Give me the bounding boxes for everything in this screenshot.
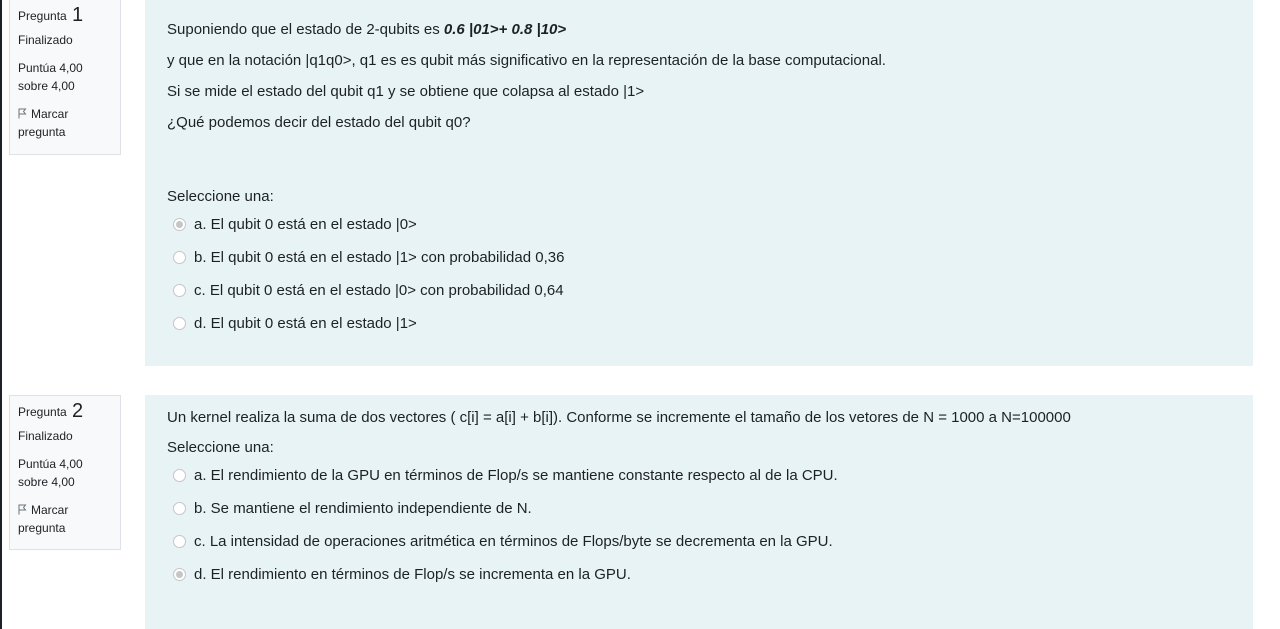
answer-option-label: d. El qubit 0 está en el estado |1> — [194, 314, 417, 332]
radio-button[interactable] — [173, 251, 186, 264]
flag-label-line-2: pregunta — [18, 521, 66, 535]
radio-button[interactable] — [173, 568, 186, 581]
question-text: Suponiendo que el estado de 2-qubits es … — [167, 0, 1231, 138]
grade-line-1: Puntúa 4,00 — [18, 457, 83, 471]
question-text-line-1: Suponiendo que el estado de 2-qubits es … — [167, 14, 1231, 45]
question-label: Pregunta — [18, 9, 67, 23]
answer-option-label: d. El rendimiento en términos de Flop/s … — [194, 565, 631, 583]
question-grade: Puntúa 4,00 sobre 4,00 — [18, 59, 112, 95]
question-content: Un kernel realiza la suma de dos vectore… — [145, 395, 1253, 629]
answer-option-d[interactable]: d. El qubit 0 está en el estado |1> — [167, 307, 1231, 340]
radio-button[interactable] — [173, 218, 186, 231]
grade-line-2: sobre 4,00 — [18, 475, 75, 489]
question-text-line-3: Si se mide el estado del qubit q1 y se o… — [167, 83, 645, 100]
answer-option-label: a. El rendimiento de la GPU en términos … — [194, 466, 838, 484]
question-label: Pregunta — [18, 405, 67, 419]
radio-button[interactable] — [173, 469, 186, 482]
question-grade: Puntúa 4,00 sobre 4,00 — [18, 455, 112, 491]
answer-option-b[interactable]: b. El qubit 0 está en el estado |1> con … — [167, 241, 1231, 274]
grade-line-1: Puntúa 4,00 — [18, 61, 83, 75]
question-state: Finalizado — [18, 33, 73, 47]
answer-option-label: b. Se mantiene el rendimiento independie… — [194, 499, 532, 517]
flag-question-button[interactable]: Marcar pregunta — [18, 501, 112, 537]
question-number: Pregunta 1 — [18, 4, 112, 26]
answer-option-b[interactable]: b. Se mantiene el rendimiento independie… — [167, 492, 1231, 525]
flag-label-line-1: Marcar — [31, 107, 69, 121]
flag-icon — [18, 108, 27, 119]
answer-option-label: c. El qubit 0 está en el estado |0> con … — [194, 281, 564, 299]
question-intro: Suponiendo que el estado de 2-qubits es — [167, 21, 444, 38]
quantum-state-expression: 0.6 |01>+ 0.8 |10> — [443, 21, 567, 38]
answer-option-a[interactable]: a. El rendimiento de la GPU en términos … — [167, 459, 1231, 492]
question-info: Pregunta 2 Finalizado Puntúa 4,00 sobre … — [9, 395, 121, 550]
answer-options: a. El rendimiento de la GPU en términos … — [167, 459, 1231, 591]
question-text-line-2: y que en la notación |q1q0>, q1 es es qu… — [167, 52, 886, 69]
answer-option-label: b. El qubit 0 está en el estado |1> con … — [194, 248, 565, 266]
answer-option-c[interactable]: c. La intensidad de operaciones aritméti… — [167, 525, 1231, 558]
question-text-line-1: Un kernel realiza la suma de dos vectore… — [167, 409, 1071, 426]
radio-button[interactable] — [173, 535, 186, 548]
radio-button[interactable] — [173, 317, 186, 330]
answer-option-label: a. El qubit 0 está en el estado |0> — [194, 215, 417, 233]
question-number-value: 2 — [72, 400, 84, 422]
question-number: Pregunta 2 — [18, 400, 112, 422]
question-content: Suponiendo que el estado de 2-qubits es … — [145, 0, 1253, 366]
answer-prompt: Seleccione una: — [167, 439, 274, 456]
flag-question-button[interactable]: Marcar pregunta — [18, 105, 112, 141]
flag-label-line-2: pregunta — [18, 125, 66, 139]
question-text-line-4: ¿Qué podemos decir del estado del qubit … — [167, 114, 471, 131]
grade-line-2: sobre 4,00 — [18, 79, 75, 93]
question-1: Pregunta 1 Finalizado Puntúa 4,00 sobre … — [0, 0, 1280, 366]
question-state: Finalizado — [18, 429, 73, 443]
answer-option-d[interactable]: d. El rendimiento en términos de Flop/s … — [167, 558, 1231, 591]
answer-option-a[interactable]: a. El qubit 0 está en el estado |0> — [167, 208, 1231, 241]
question-2: Pregunta 2 Finalizado Puntúa 4,00 sobre … — [0, 393, 1280, 629]
question-text: Un kernel realiza la suma de dos vectore… — [167, 395, 1231, 433]
radio-button[interactable] — [173, 502, 186, 515]
answer-option-label: c. La intensidad de operaciones aritméti… — [194, 532, 833, 550]
question-number-value: 1 — [72, 4, 84, 26]
radio-button[interactable] — [173, 284, 186, 297]
flag-label-line-1: Marcar — [31, 503, 69, 517]
answer-option-c[interactable]: c. El qubit 0 está en el estado |0> con … — [167, 274, 1231, 307]
question-info: Pregunta 1 Finalizado Puntúa 4,00 sobre … — [9, 0, 121, 155]
answer-options: a. El qubit 0 está en el estado |0> b. E… — [167, 208, 1231, 340]
flag-icon — [18, 504, 27, 515]
answer-prompt: Seleccione una: — [167, 188, 274, 205]
